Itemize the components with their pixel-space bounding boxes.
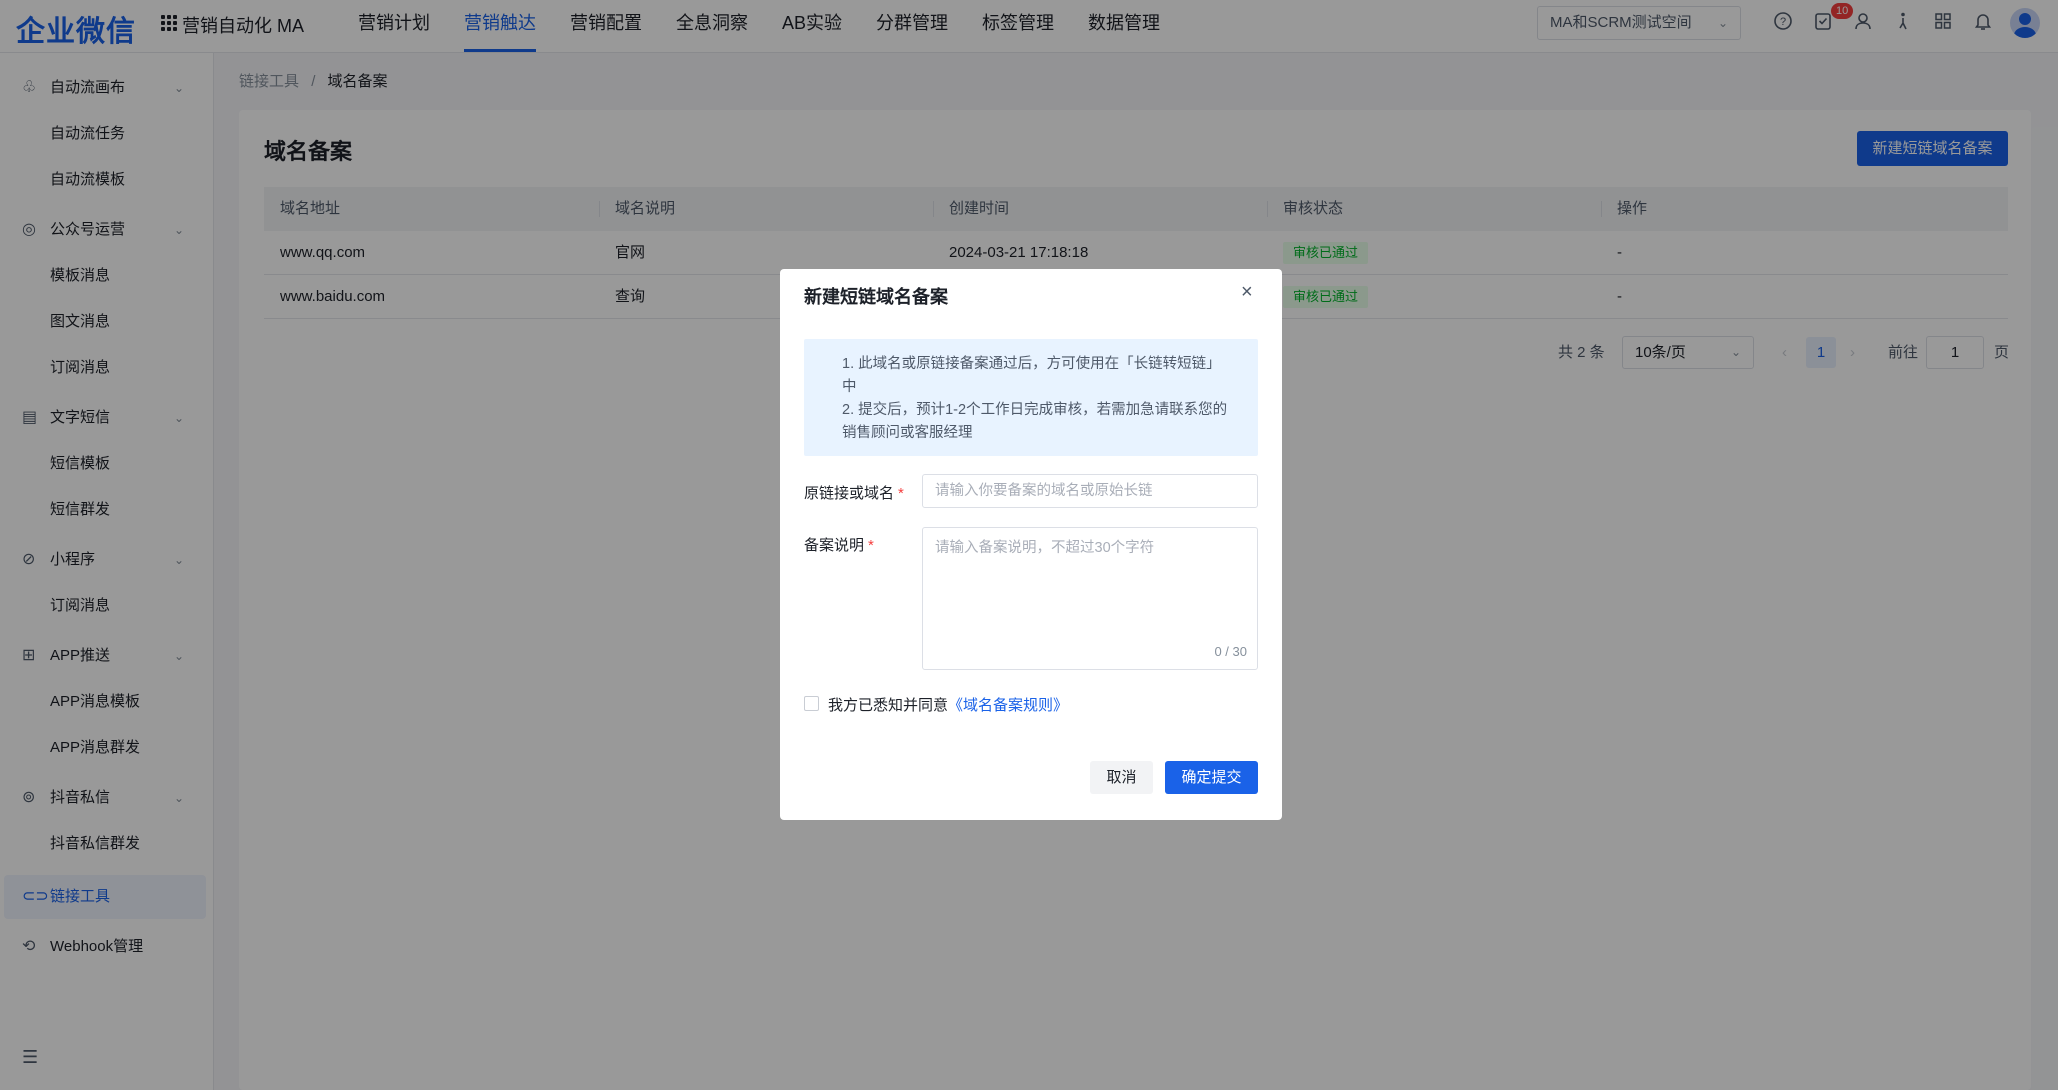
description-textarea[interactable]: 请输入备案说明，不超过30个字符 0 / 30 — [922, 527, 1258, 670]
label-text: 备案说明 — [804, 537, 865, 554]
agree-text: 我方已悉知并同意《域名备案规则》 — [828, 694, 1068, 715]
agree-label: 我方已悉知并同意 — [828, 697, 949, 714]
char-counter: 0 / 30 — [1214, 644, 1247, 659]
notice-line: 2. 提交后，预计1-2个工作日完成审核，若需加急请联系您的销售顾问或客服经理 — [842, 402, 1228, 441]
required-mark: * — [898, 485, 904, 502]
new-domain-record-dialog: 新建短链域名备案 × 1. 此域名或原链接备案通过后，方可使用在「长链转短链」中… — [780, 269, 1282, 820]
domain-input[interactable]: 请输入你要备案的域名或原始长链 — [922, 474, 1258, 508]
field-label-domain: 原链接或域名 * — [804, 482, 904, 503]
close-icon[interactable]: × — [1241, 281, 1253, 304]
domain-rules-link[interactable]: 《域名备案规则》 — [948, 697, 1068, 714]
textarea-placeholder: 请输入备案说明，不超过30个字符 — [935, 540, 1155, 556]
field-label-description: 备案说明 * — [804, 534, 874, 555]
dialog-title: 新建短链域名备案 — [804, 287, 948, 307]
notice-line: 1. 此域名或原链接备案通过后，方可使用在「长链转短链」中 — [842, 356, 1221, 395]
required-mark: * — [868, 537, 874, 554]
notice-box: 1. 此域名或原链接备案通过后，方可使用在「长链转短链」中 2. 提交后，预计1… — [804, 339, 1258, 456]
cancel-button[interactable]: 取消 — [1090, 761, 1153, 794]
submit-button[interactable]: 确定提交 — [1165, 761, 1258, 794]
agree-checkbox[interactable] — [804, 696, 819, 711]
label-text: 原链接或域名 — [804, 485, 895, 502]
